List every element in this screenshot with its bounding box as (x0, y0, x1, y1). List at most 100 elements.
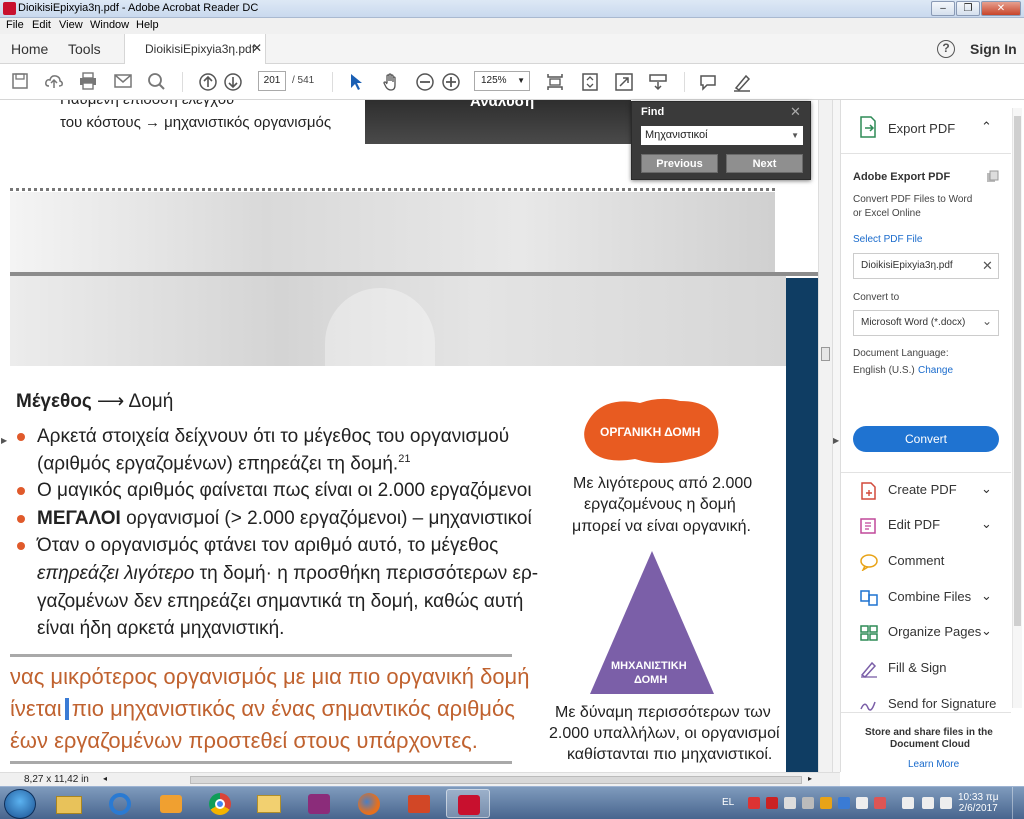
tray-icon[interactable] (784, 797, 796, 809)
sign-in-link[interactable]: Sign In (970, 41, 1017, 57)
tray-icon[interactable] (874, 797, 886, 809)
document-viewport[interactable]: Ηαύμενη επίδοση ελέγχου του κόστους → μη… (0, 100, 818, 772)
mechanistic-caption: 2.000 υπαλλήλων, οι οργανισμοί (549, 725, 780, 742)
change-language-link[interactable]: Change (918, 365, 953, 376)
network-icon[interactable] (902, 797, 914, 809)
zoom-in-icon[interactable] (441, 72, 461, 92)
hand-tool-icon[interactable] (381, 72, 401, 92)
close-tab-icon[interactable]: ✕ (252, 41, 262, 55)
copy-icon[interactable] (986, 170, 1000, 184)
find-next-button[interactable]: Next (726, 154, 803, 173)
find-previous-button[interactable]: Previous (641, 154, 718, 173)
tab-tools[interactable]: Tools (68, 41, 101, 57)
save-icon[interactable] (11, 72, 29, 90)
left-panel-arrow-icon[interactable]: ▶ (1, 436, 7, 445)
horizontal-scrollbar-thumb[interactable] (190, 776, 802, 784)
menu-file[interactable]: File (6, 19, 24, 31)
clear-file-icon[interactable]: ✕ (982, 258, 993, 274)
volume-icon[interactable] (922, 797, 934, 809)
read-mode-icon[interactable] (648, 72, 668, 92)
convert-button[interactable]: Convert (853, 426, 999, 452)
bullet-italic: επηρεάζει λιγότερο (37, 563, 195, 584)
zoom-out-icon[interactable] (415, 72, 435, 92)
document-vertical-scrollbar[interactable] (818, 100, 832, 772)
scroll-left-icon[interactable]: ◂ (103, 774, 107, 783)
tool-comment[interactable]: Comment (841, 547, 1011, 577)
fit-page-icon[interactable] (580, 72, 600, 92)
language-indicator[interactable]: EL (722, 797, 734, 808)
taskbar-explorer[interactable] (46, 789, 90, 818)
select-cursor-icon[interactable] (348, 72, 364, 92)
panel-scrollbar[interactable] (1012, 108, 1022, 708)
learn-more-link[interactable]: Learn More (908, 759, 959, 770)
tool-edit-pdf[interactable]: Edit PDF ⌄ (841, 511, 1011, 541)
chevron-down-icon[interactable]: ⌄ (981, 588, 992, 604)
scroll-right-icon[interactable]: ▸ (808, 774, 812, 783)
chevron-down-icon[interactable]: ⌄ (981, 481, 992, 497)
start-button[interactable] (4, 789, 36, 819)
tab-document[interactable]: DioikisiEpixyia3η.pdf ✕ (124, 34, 266, 64)
ie-icon (109, 793, 131, 815)
taskbar-acrobat[interactable] (446, 789, 490, 818)
close-icon[interactable]: ✕ (790, 104, 801, 120)
panel-collapse-strip[interactable]: ▶ (832, 100, 840, 772)
tab-home[interactable]: Home (11, 41, 48, 57)
scrolling-mode-icon[interactable] (545, 72, 565, 92)
upload-cloud-icon[interactable] (44, 72, 64, 90)
zoom-level-select[interactable]: 125% ▼ (474, 71, 530, 91)
bullet-text: είναι ήδη αρκετά μηχανιστική. (37, 618, 285, 639)
tray-icon[interactable] (856, 797, 868, 809)
tray-icon[interactable] (838, 797, 850, 809)
tool-fill-sign[interactable]: Fill & Sign (841, 654, 1011, 684)
comment-icon[interactable] (698, 72, 718, 92)
tool-send-for-signature[interactable]: Send for Signature (841, 690, 1011, 712)
minimize-button[interactable]: – (931, 1, 955, 16)
menu-view[interactable]: View (59, 19, 83, 31)
system-clock[interactable]: 10:33 πμ 2/6/2017 (958, 792, 998, 814)
chevron-down-icon[interactable]: ⌄ (981, 623, 992, 639)
page-number-input[interactable]: 201 (258, 71, 286, 91)
tool-combine-files[interactable]: Combine Files ⌄ (841, 583, 1011, 613)
search-icon[interactable] (147, 72, 167, 90)
menu-edit[interactable]: Edit (32, 19, 51, 31)
close-window-button[interactable]: ✕ (981, 1, 1021, 16)
tray-icon[interactable] (820, 797, 832, 809)
print-icon[interactable] (78, 72, 98, 90)
tool-organize-pages[interactable]: Organize Pages ⌄ (841, 618, 1011, 648)
tool-create-pdf[interactable]: Create PDF ⌄ (841, 476, 1011, 506)
taskbar-media-player[interactable] (148, 789, 192, 818)
previous-page-icon[interactable] (198, 72, 218, 92)
collapse-arrow-icon[interactable]: ▶ (833, 436, 839, 445)
taskbar-app[interactable] (297, 789, 341, 818)
tray-icon[interactable] (766, 797, 778, 809)
select-pdf-file-link[interactable]: Select PDF File (853, 234, 922, 245)
taskbar-internet-explorer[interactable] (97, 789, 141, 818)
selected-file-field[interactable]: DioikisiEpixyia3η.pdf ✕ (853, 253, 999, 279)
email-icon[interactable] (113, 72, 133, 90)
page-total-label: / 541 (292, 75, 315, 86)
scrollbar-thumb[interactable] (1014, 116, 1021, 626)
taskbar-chrome[interactable] (198, 789, 242, 818)
find-input[interactable]: Μηχανιστικοί ▼ (641, 126, 803, 145)
help-icon[interactable]: ? (937, 40, 955, 58)
full-screen-icon[interactable] (614, 72, 634, 92)
next-page-icon[interactable] (223, 72, 243, 92)
tray-icon[interactable] (748, 797, 760, 809)
show-desktop-button[interactable] (1012, 787, 1024, 819)
export-pdf-header[interactable]: Export PDF ⌃ (841, 110, 1011, 150)
scrollbar-thumb[interactable] (821, 347, 830, 361)
tray-icon[interactable] (802, 797, 814, 809)
highlight-pen-icon[interactable] (732, 72, 752, 92)
menu-window[interactable]: Window (90, 19, 129, 31)
chevron-up-icon[interactable]: ⌃ (981, 119, 992, 135)
taskbar-firefox[interactable] (347, 789, 391, 818)
quote-text: έων εργαζομένων προστεθεί στους υπάρχοντ… (10, 728, 478, 753)
menu-help[interactable]: Help (136, 19, 159, 31)
chevron-down-icon[interactable]: ▼ (791, 126, 799, 145)
chevron-down-icon[interactable]: ⌄ (981, 516, 992, 532)
taskbar-app[interactable] (247, 789, 291, 818)
tray-icon[interactable] (940, 797, 952, 809)
taskbar-app[interactable] (397, 789, 441, 818)
format-select[interactable]: Microsoft Word (*.docx) ⌄ (853, 310, 999, 336)
restore-button[interactable]: ❐ (956, 1, 980, 16)
